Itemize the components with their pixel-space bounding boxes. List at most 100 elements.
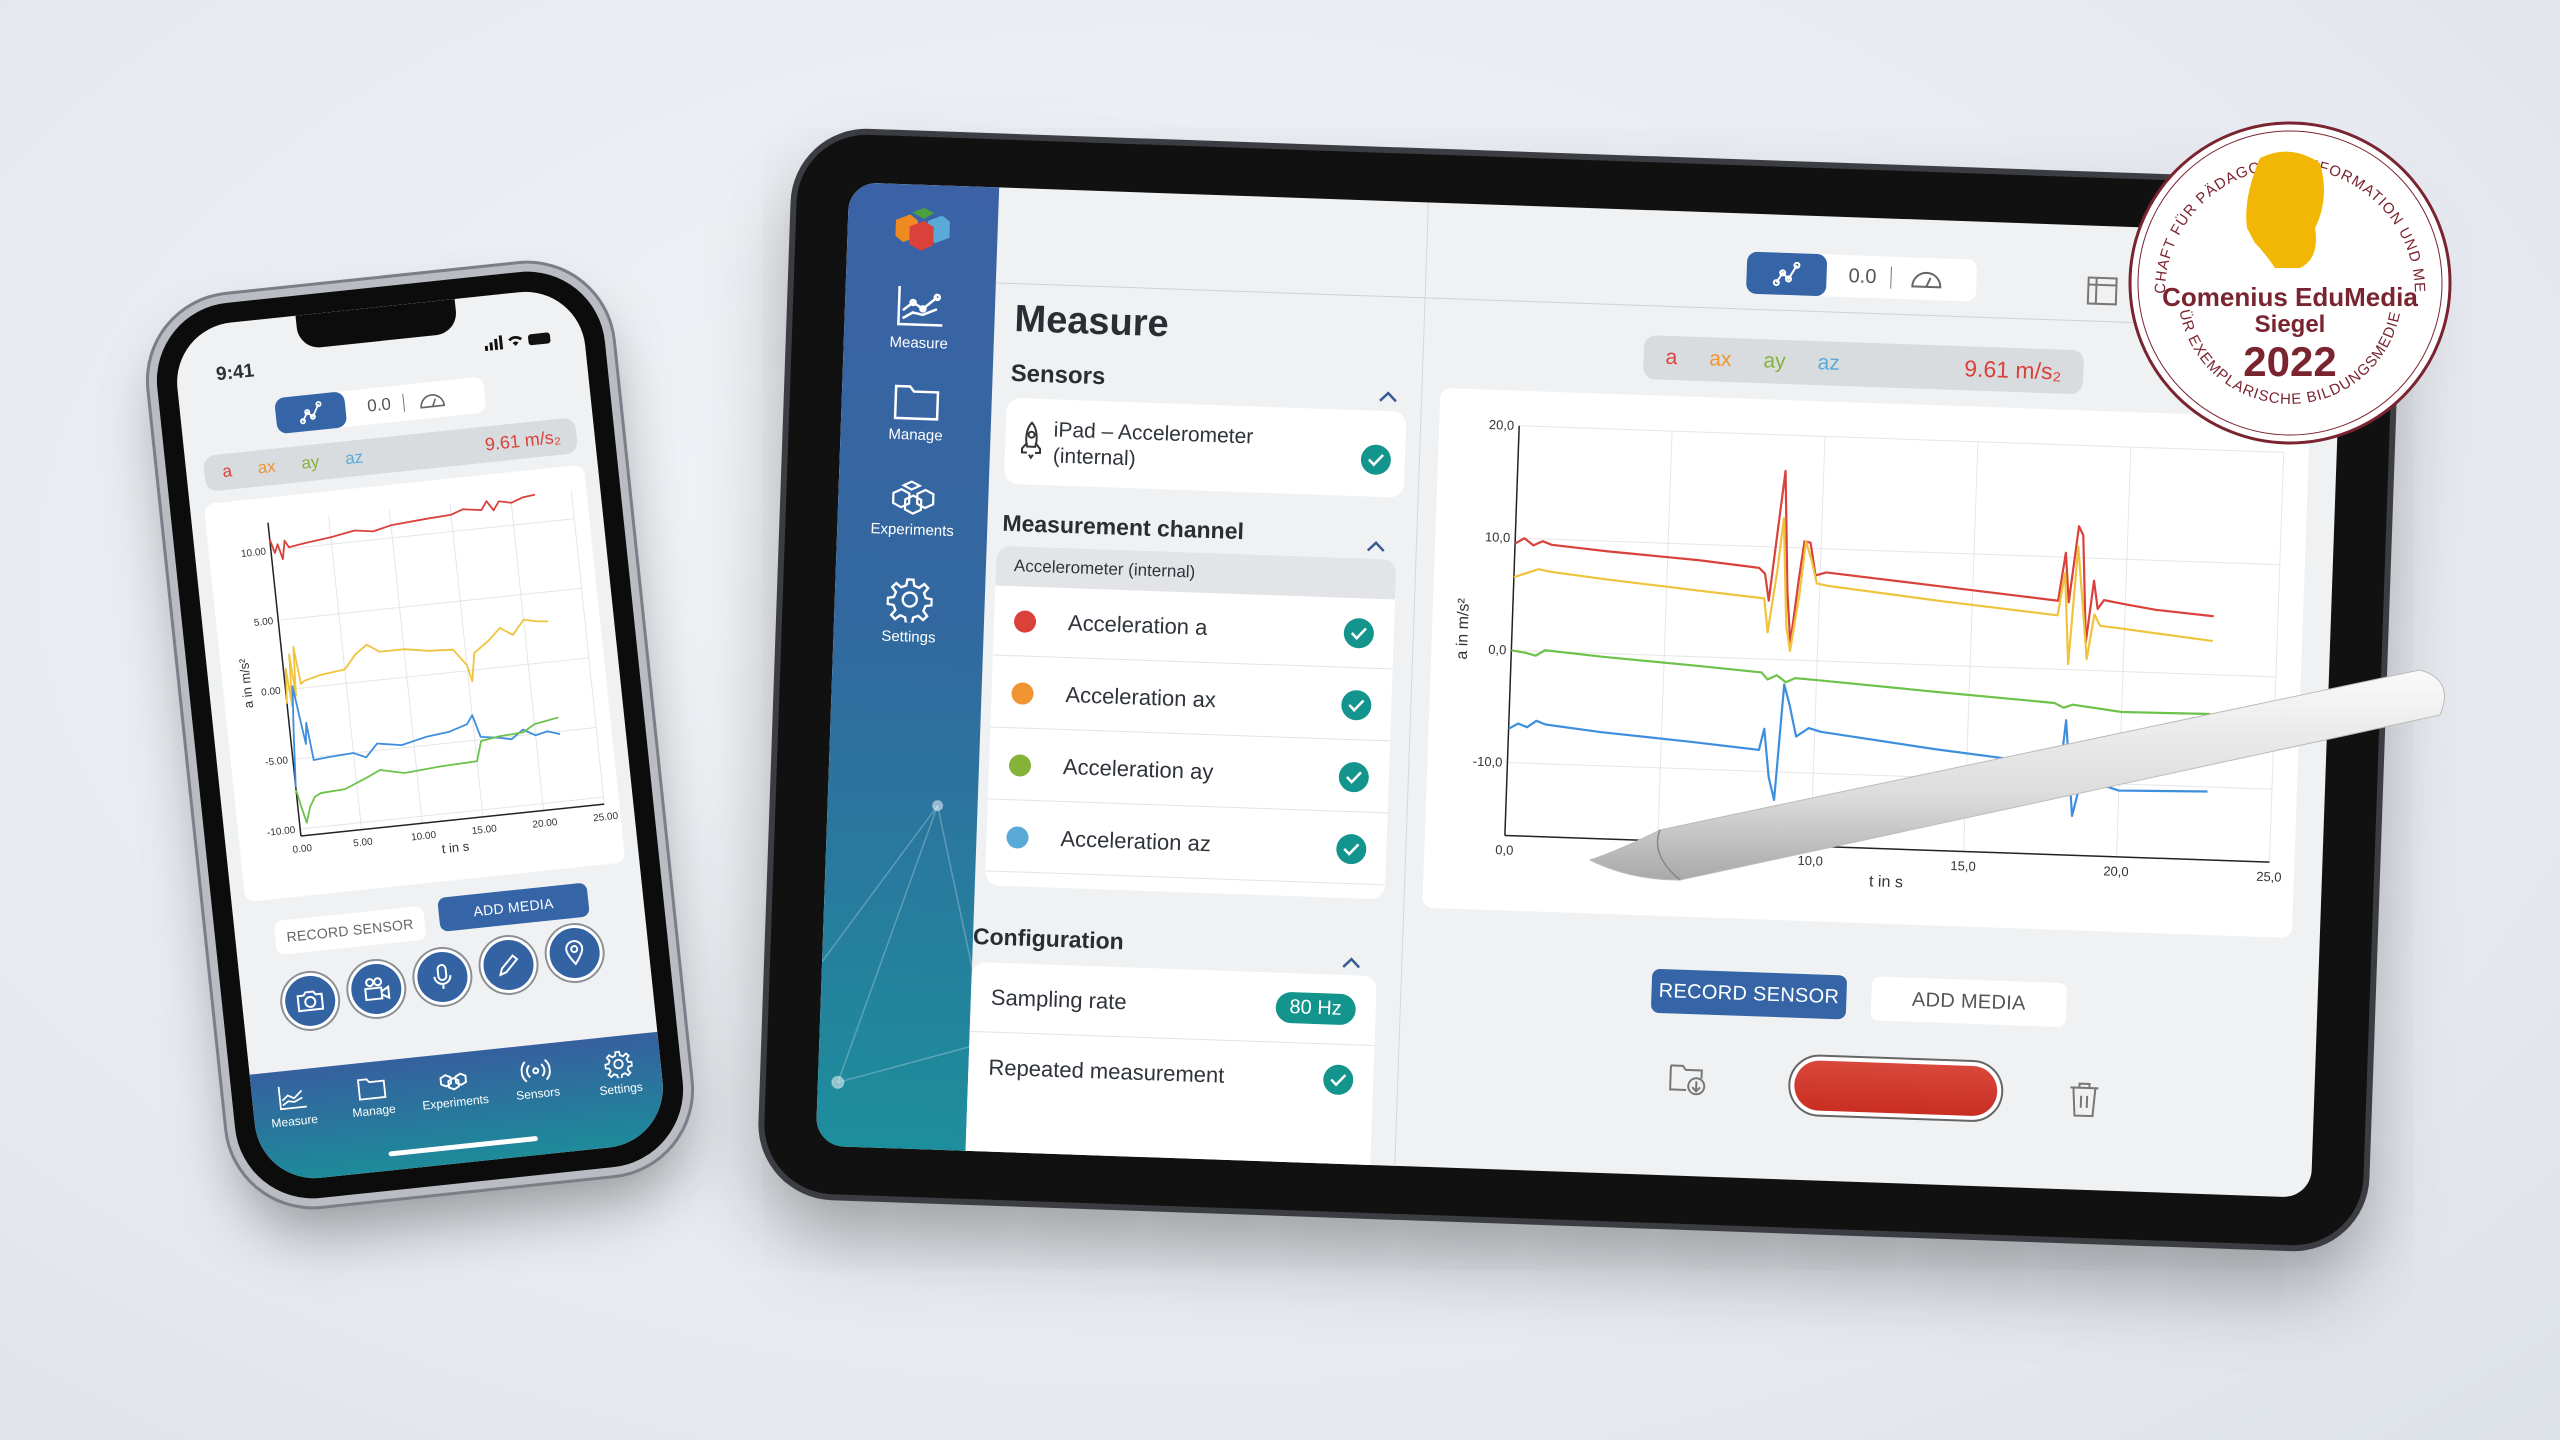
y-axis-label: a in m/s² — [236, 657, 256, 709]
chevron-up-icon[interactable] — [1377, 386, 1400, 409]
stylus — [1588, 669, 2445, 881]
chart-line-icon — [897, 285, 943, 327]
nav-label: Experiments — [421, 1091, 490, 1113]
phone-chart-card: 0.00 5.00 10.00 15.00 20.00 25.00 10.00 5.00 0.0… — [203, 464, 626, 903]
gauge-icon[interactable] — [417, 389, 447, 412]
add-note-button[interactable] — [477, 934, 540, 996]
channel-row[interactable]: Acceleration ax — [990, 657, 1393, 742]
phone-view-toggle: 0.0 — [274, 376, 487, 435]
comenius-seal: GESELLSCHAFT FÜR PÄDAGOGIK, INFORMATION … — [2125, 118, 2452, 445]
nav-settings[interactable]: Settings — [577, 1046, 661, 1100]
sidebar-item-label: Manage — [888, 425, 943, 445]
legend-a[interactable]: a — [221, 461, 233, 482]
add-video-button[interactable] — [345, 958, 408, 1020]
page-title: Measure — [1013, 298, 1170, 346]
sampling-rate-value[interactable]: 80 Hz — [1274, 991, 1357, 1026]
network-decoration — [821, 799, 973, 1090]
grid-line-y — [285, 657, 589, 691]
folder-icon — [356, 1078, 387, 1101]
sidebar-item-label: Measure — [889, 333, 949, 353]
graph-view-button[interactable] — [1745, 251, 1828, 297]
channel-row[interactable]: Acceleration ay — [987, 729, 1391, 814]
configuration-card: Sampling rate 80 Hz Repeated measurement — [965, 961, 1377, 1176]
x-tick-label: 25.00 — [593, 811, 619, 825]
add-location-button[interactable] — [543, 922, 606, 984]
x-tick-label: 20.00 — [532, 817, 558, 831]
grid-line-y — [1515, 537, 2280, 566]
chevron-up-icon[interactable] — [1340, 952, 1363, 975]
gear-icon — [604, 1050, 634, 1080]
x-tick-label: 10.00 — [411, 830, 437, 844]
nav-label: Settings — [598, 1079, 644, 1099]
grid-line-x — [449, 503, 484, 817]
grid-line-x — [388, 509, 423, 824]
legend-a[interactable]: a — [1665, 346, 1677, 370]
channel-color-dot — [1006, 825, 1029, 849]
nav-label: Measure — [270, 1111, 319, 1131]
series-line-az — [291, 685, 561, 788]
series-line-ay — [295, 716, 559, 824]
phone-chart[interactable]: 0.00 5.00 10.00 15.00 20.00 25.00 10.00 5.00 0.0… — [204, 464, 626, 902]
home-indicator — [388, 1135, 539, 1157]
channel-checkbox[interactable] — [1338, 761, 1370, 793]
y-tick-label: 0,0 — [1488, 642, 1507, 658]
add-photo-button[interactable] — [279, 970, 341, 1032]
folder-download-icon[interactable] — [1668, 1061, 1709, 1096]
channel-label: Acceleration az — [1060, 825, 1212, 856]
add-media-button[interactable]: ADD MEDIA — [437, 882, 590, 932]
live-value: 0.0 — [366, 394, 392, 416]
trash-icon[interactable] — [2067, 1081, 2100, 1118]
graph-view-button[interactable] — [274, 391, 348, 435]
legend-az[interactable]: az — [1817, 351, 1840, 376]
sidebar-item-experiments[interactable]: Experiments — [837, 477, 989, 541]
live-value: 0.0 — [1848, 264, 1877, 288]
sidebar-item-settings[interactable]: Settings — [833, 574, 985, 648]
settings-panel: Measure Sensors iPad – Accelerometer (in… — [965, 187, 1429, 1176]
record-button[interactable] — [1787, 1053, 2005, 1123]
sidebar-item-measure[interactable]: Measure — [843, 282, 995, 354]
record-sensor-button[interactable]: RECORD SENSOR — [273, 905, 427, 956]
channel-checkbox[interactable] — [1335, 833, 1367, 865]
legend-ay[interactable]: ay — [300, 452, 320, 474]
channel-color-dot — [1011, 681, 1034, 705]
channel-checkbox[interactable] — [1343, 617, 1375, 649]
y-tick-label: 0.00 — [261, 686, 282, 699]
graph-icon — [299, 401, 322, 425]
channel-checkbox[interactable] — [1340, 689, 1372, 721]
chevron-up-icon[interactable] — [1364, 535, 1387, 558]
check-icon — [1348, 699, 1365, 712]
legend-ax[interactable]: ax — [257, 457, 277, 479]
gauge-icon[interactable] — [1909, 266, 1944, 291]
legend-ax[interactable]: ax — [1709, 347, 1732, 372]
check-icon — [1350, 627, 1367, 640]
add-media-button[interactable]: ADD MEDIA — [1870, 976, 2068, 1028]
channel-label: Acceleration a — [1067, 609, 1208, 640]
x-axis — [300, 803, 605, 837]
y-tick-label: -10.00 — [267, 825, 297, 839]
x-tick-label: 15.00 — [471, 823, 497, 837]
nav-manage[interactable]: Manage — [331, 1072, 415, 1122]
legend-az[interactable]: az — [344, 447, 364, 469]
sensor-checkbox[interactable] — [1360, 444, 1392, 476]
view-toggle: 0.0 — [1745, 251, 1978, 302]
status-icons — [484, 332, 551, 352]
add-audio-button[interactable] — [411, 946, 474, 1008]
record-sensor-button[interactable]: RECORD SENSOR — [1650, 968, 1848, 1020]
nav-experiments[interactable]: Experiments — [412, 1063, 496, 1113]
sidebar-item-manage[interactable]: Manage — [840, 380, 992, 446]
nav-sensors[interactable]: Sensors — [495, 1055, 579, 1105]
app-logo — [895, 207, 950, 251]
table-icon[interactable] — [2086, 275, 2119, 306]
channel-row[interactable]: Acceleration a — [992, 585, 1396, 670]
nav-measure[interactable]: Measure — [251, 1080, 335, 1132]
legend-ay[interactable]: ay — [1763, 349, 1786, 374]
channel-color-dot — [1008, 753, 1032, 777]
chart-line-icon — [277, 1086, 307, 1111]
channel-row[interactable]: Acceleration az — [985, 801, 1388, 886]
y-axis-label: a in m/s² — [1454, 597, 1473, 660]
sensor-card[interactable]: iPad – Accelerometer (internal) — [1003, 397, 1407, 498]
nav-label: Sensors — [515, 1084, 561, 1103]
repeated-measurement-checkbox[interactable] — [1322, 1064, 1354, 1096]
check-icon — [1330, 1074, 1347, 1087]
repeated-measurement-row[interactable]: Repeated measurement — [967, 1032, 1374, 1116]
